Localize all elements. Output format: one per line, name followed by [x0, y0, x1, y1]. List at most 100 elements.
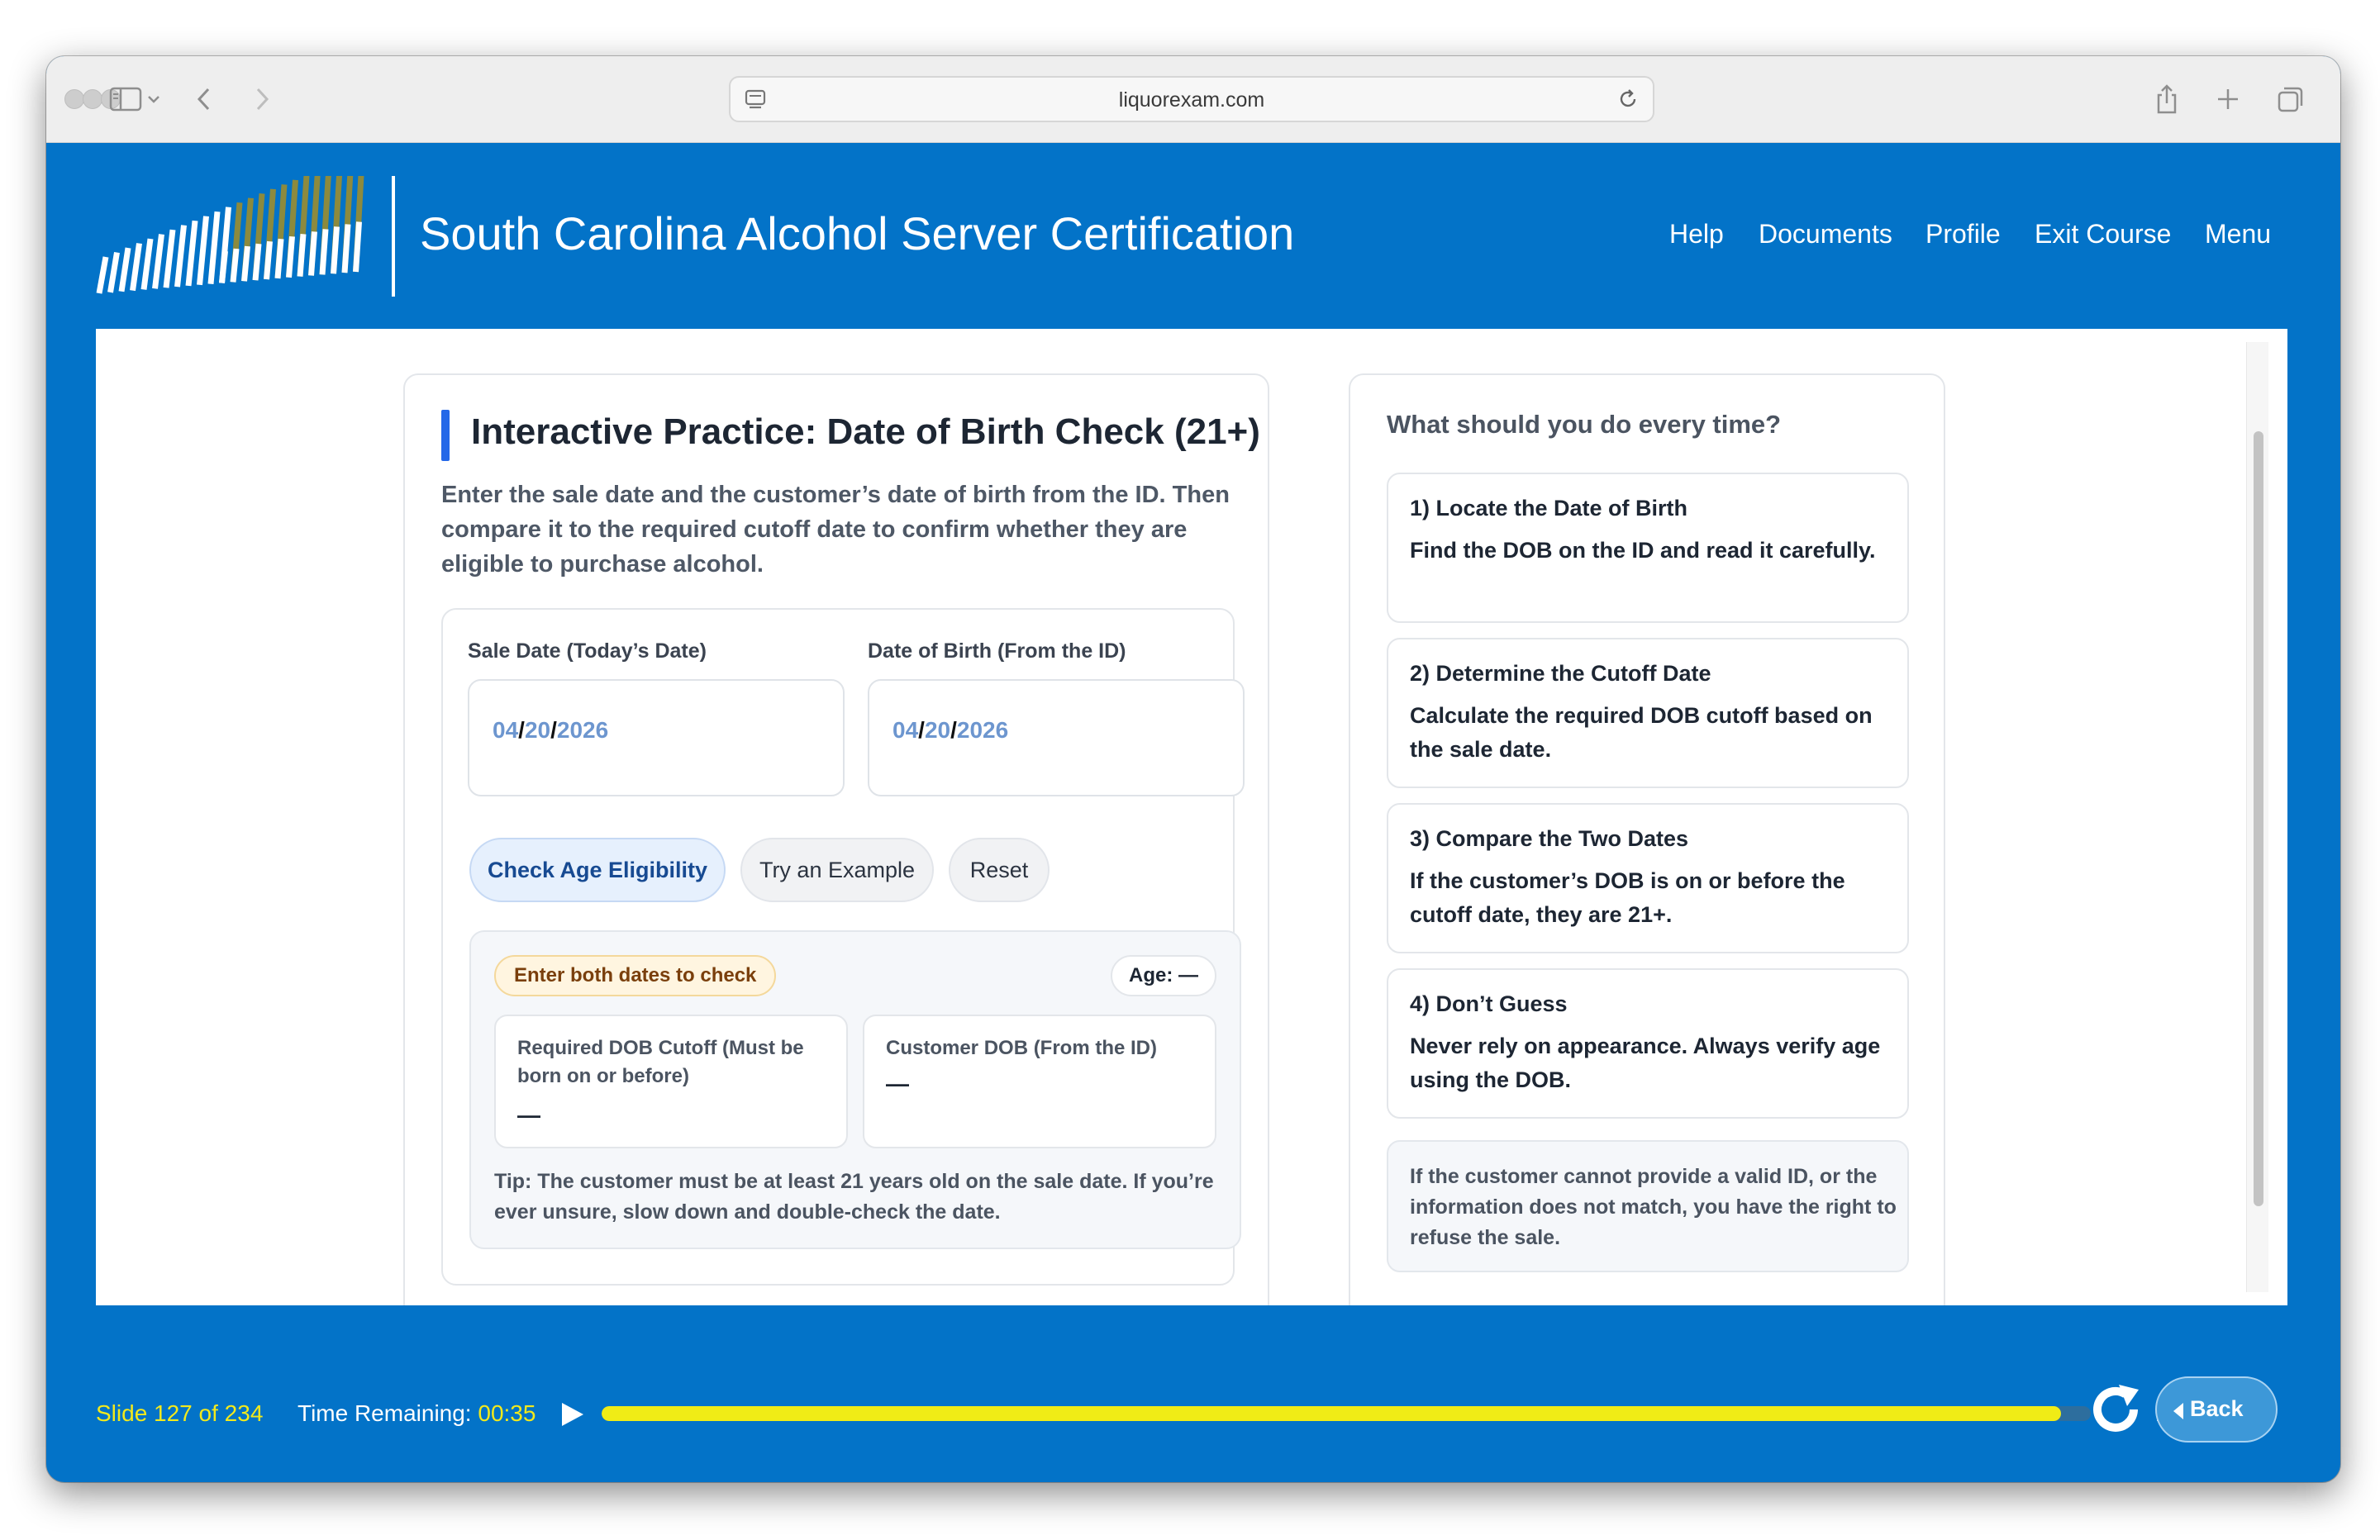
age-badge: Age: —	[1111, 955, 1216, 996]
logo-stripe	[286, 235, 295, 278]
step-card: 4) Don’t Guess Never rely on appearance.…	[1387, 968, 1909, 1119]
step-body: Calculate the required DOB cutoff based …	[1410, 703, 1873, 762]
dob-label: Date of Birth (From the ID)	[868, 639, 1126, 663]
logo-stripe	[152, 234, 164, 289]
url-text: liquorexam.com	[1118, 88, 1265, 112]
practice-card: Interactive Practice: Date of Birth Chec…	[403, 373, 1269, 1305]
guide-title: What should you do every time?	[1387, 410, 1782, 439]
sale-date-label: Sale Date (Today’s Date)	[468, 639, 707, 663]
new-tab-icon[interactable]	[2210, 81, 2246, 117]
logo-stripe	[96, 256, 109, 294]
back-label: Back	[2190, 1396, 2244, 1421]
course-header: South Carolina Alcohol Server Certificat…	[46, 143, 2340, 329]
practice-heading: Interactive Practice: Date of Birth Chec…	[471, 411, 1260, 452]
sale-date-input[interactable]: 04/20/2026	[468, 679, 845, 796]
step-card: 2) Determine the Cutoff Date Calculate t…	[1387, 638, 1909, 788]
course-logo	[96, 176, 364, 294]
logo-stripe	[353, 221, 362, 273]
step-title: 1) Locate the Date of Birth	[1410, 496, 1688, 520]
slide-content: Interactive Practice: Date of Birth Chec…	[96, 329, 2287, 1305]
nav-profile[interactable]: Profile	[1925, 219, 2001, 250]
logo-stripe	[230, 248, 240, 283]
back-button[interactable]: Back	[2155, 1376, 2278, 1443]
play-icon[interactable]	[557, 1400, 587, 1429]
logo-stripe	[331, 226, 340, 274]
step-body: Never rely on appearance. Always verify …	[1410, 1034, 1881, 1092]
minimize-window-button[interactable]	[83, 89, 102, 109]
guide-card: What should you do every time? 1) Locate…	[1349, 373, 1945, 1305]
chevron-down-icon[interactable]	[142, 81, 165, 117]
result-panel: Enter both dates to check Age: — Require…	[469, 930, 1241, 1249]
logo-stripe	[185, 220, 198, 287]
status-badge: Enter both dates to check	[494, 955, 777, 996]
step-card: 1) Locate the Date of Birth Find the DOB…	[1387, 473, 1909, 623]
logo-stripe	[297, 234, 307, 277]
header-divider	[392, 176, 395, 297]
logo-stripe	[252, 243, 262, 281]
step-title: 3) Compare the Two Dates	[1410, 826, 1689, 851]
refuse-note: If the customer cannot provide a valid I…	[1387, 1140, 1909, 1272]
nav-menu[interactable]: Menu	[2205, 219, 2271, 250]
browser-window: liquorexam.com South Carolina Alcohol Se…	[46, 56, 2340, 1482]
logo-stripe	[130, 243, 142, 292]
logo-stripe	[274, 238, 284, 279]
logo-stripe	[241, 245, 250, 282]
share-icon[interactable]	[2149, 81, 2185, 117]
progress-fill	[602, 1406, 2061, 1421]
time-remaining: Time Remaining: 00:35	[298, 1400, 536, 1426]
nav-exit-course[interactable]: Exit Course	[2035, 219, 2171, 250]
logo-stripe	[107, 251, 120, 293]
step-body: If the customer’s DOB is on or before th…	[1410, 868, 1845, 927]
date-check-form: Sale Date (Today’s Date) Date of Birth (…	[441, 608, 1245, 1286]
scrollbar[interactable]	[2246, 342, 2268, 1292]
logo-stripe	[308, 231, 317, 276]
sidebar-icon[interactable]	[107, 81, 144, 117]
tip-text: Tip: The customer must be at least 21 ye…	[494, 1170, 1214, 1224]
logo-stripe	[341, 224, 351, 273]
logo-stripe	[207, 211, 221, 285]
logo-stripe	[197, 216, 209, 286]
dob-input[interactable]: 04/20/2026	[868, 679, 1245, 796]
try-example-button[interactable]: Try an Example	[740, 838, 934, 902]
customer-dob-card: Customer DOB (From the ID) —	[863, 1015, 1216, 1148]
step-body: Find the DOB on the ID and read it caref…	[1410, 538, 1876, 563]
logo-stripe	[319, 229, 329, 275]
logo-stripe	[264, 240, 273, 280]
customer-dob-label: Customer DOB (From the ID)	[886, 1037, 1158, 1059]
check-age-button[interactable]: Check Age Eligibility	[469, 838, 726, 902]
close-window-button[interactable]	[64, 89, 84, 109]
tabs-overview-icon[interactable]	[2273, 81, 2309, 117]
course-title: South Carolina Alcohol Server Certificat…	[420, 207, 1295, 259]
back-arrow-icon[interactable]	[185, 81, 221, 117]
dob-value: 04/20/2026	[892, 717, 1009, 743]
heading-accent-bar	[441, 410, 450, 461]
reset-button[interactable]: Reset	[949, 838, 1050, 902]
logo-stripe	[163, 229, 176, 288]
reload-icon[interactable]	[1615, 86, 1641, 112]
time-remaining-value: 00:35	[478, 1400, 536, 1426]
logo-stripe	[118, 247, 131, 292]
customer-dob-value: —	[886, 1071, 909, 1096]
step-title: 2) Determine the Cutoff Date	[1410, 661, 1711, 686]
refuse-note-text: If the customer cannot provide a valid I…	[1410, 1165, 1897, 1249]
cutoff-value: —	[517, 1102, 540, 1128]
step-card: 3) Compare the Two Dates If the customer…	[1387, 803, 1909, 953]
address-bar[interactable]: liquorexam.com	[729, 76, 1654, 122]
slide-counter: Slide 127 of 234	[96, 1400, 264, 1426]
practice-intro: Enter the sale date and the customer’s d…	[441, 482, 1230, 578]
cutoff-card: Required DOB Cutoff (Must be born on or …	[494, 1015, 848, 1148]
progress-bar[interactable]	[602, 1406, 2091, 1421]
scrollbar-thumb[interactable]	[2254, 431, 2263, 1206]
nav-help[interactable]: Help	[1669, 219, 1724, 250]
replay-icon[interactable]	[2084, 1378, 2147, 1441]
back-triangle-icon	[2173, 1403, 2183, 1419]
logo-stripe	[174, 225, 187, 288]
step-title: 4) Don’t Guess	[1410, 991, 1568, 1016]
sale-date-value: 04/20/2026	[493, 717, 609, 743]
nav-documents[interactable]: Documents	[1759, 219, 1892, 250]
cutoff-label: Required DOB Cutoff (Must be born on or …	[517, 1037, 804, 1087]
browser-toolbar: liquorexam.com	[46, 56, 2340, 143]
logo-stripe	[140, 238, 154, 290]
forward-arrow-icon[interactable]	[245, 81, 281, 117]
logo-stripe	[219, 250, 228, 283]
